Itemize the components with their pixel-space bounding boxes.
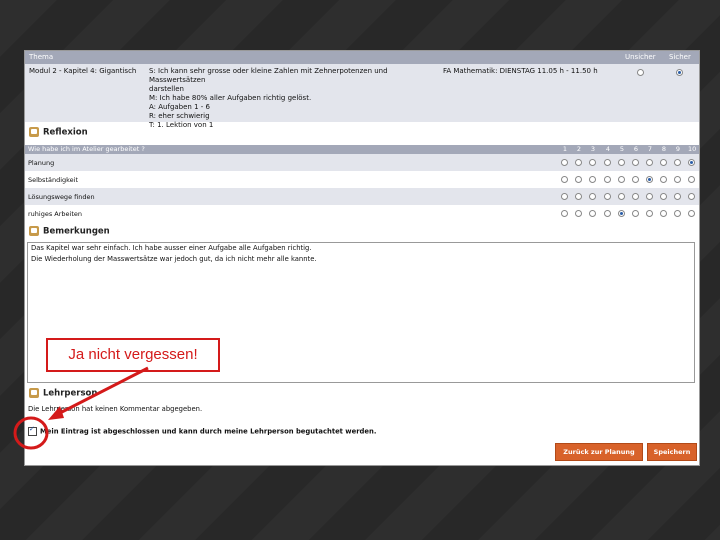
annotation-arrow — [55, 366, 149, 417]
annotation-overlay — [13, 366, 149, 450]
annotation-circle — [13, 416, 49, 450]
annotation-arrowhead — [48, 406, 64, 420]
